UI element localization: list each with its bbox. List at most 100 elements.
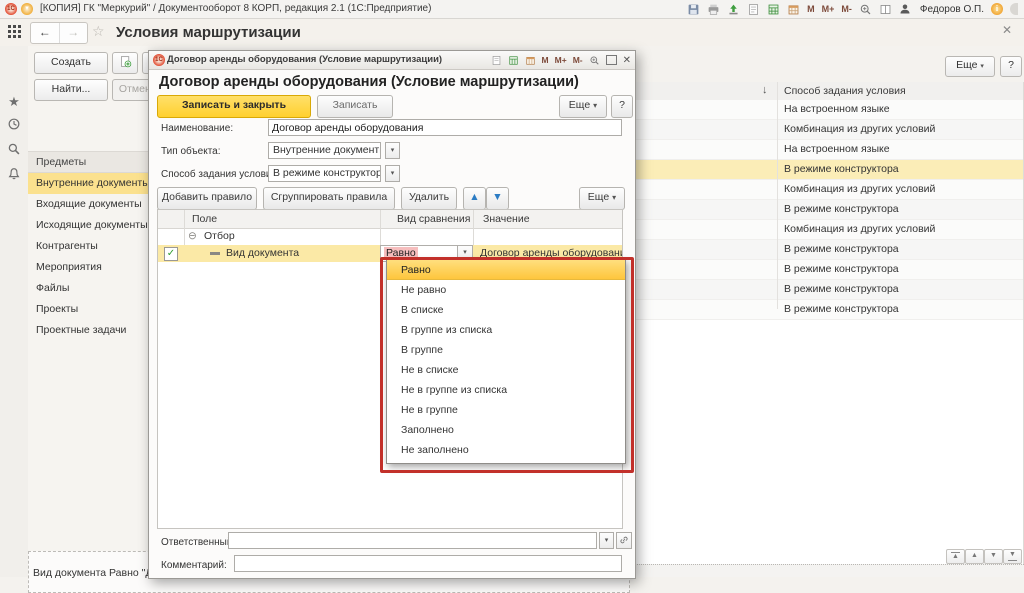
system-menu-icon[interactable]: ▾ xyxy=(21,3,33,15)
save-and-close-button[interactable]: Записать и закрыть xyxy=(157,95,311,118)
sidebar-item[interactable]: Мероприятия xyxy=(28,257,148,278)
calendar-icon[interactable] xyxy=(787,2,800,16)
forward-button[interactable]: → xyxy=(60,23,88,43)
filter-group-label: Отбор xyxy=(204,230,235,242)
list-more-button[interactable]: Еще ▾ xyxy=(945,56,995,77)
copy-document-button[interactable] xyxy=(112,52,138,74)
list-row-text: Комбинация из других условий xyxy=(784,123,936,135)
dialog-print-preview-icon[interactable] xyxy=(491,55,502,66)
move-down-button[interactable]: ▼ xyxy=(486,187,509,210)
object-type-label: Тип объекта: xyxy=(161,146,221,157)
column-comparison: Вид сравнения xyxy=(397,213,471,225)
dialog-m-minus-icon[interactable]: M- xyxy=(573,55,583,65)
dialog-m-plus-icon[interactable]: M+ xyxy=(555,55,567,65)
save-button[interactable]: Записать xyxy=(317,95,393,118)
find-ellipsis-button[interactable]: Найти... xyxy=(34,79,108,101)
search-icon[interactable] xyxy=(7,142,21,156)
add-rule-button[interactable]: Добавить правило xyxy=(157,187,257,210)
print-icon[interactable] xyxy=(707,2,720,16)
collapse-icon[interactable]: ⊖ xyxy=(188,230,197,242)
go-next-button[interactable]: ▼ xyxy=(984,549,1003,564)
go-last-button[interactable]: ▼ xyxy=(1003,549,1022,564)
name-field-label: Наименование: xyxy=(161,123,234,134)
dialog-m-icon[interactable]: M xyxy=(542,55,549,65)
filter-group-row[interactable]: ⊖ Отбор xyxy=(158,228,622,246)
save-icon[interactable] xyxy=(687,2,700,16)
history-icon[interactable] xyxy=(7,117,21,131)
back-button[interactable]: ← xyxy=(31,23,60,43)
responsible-input[interactable] xyxy=(228,532,597,549)
rules-table-header[interactable]: Поле Вид сравнения Значение xyxy=(158,210,622,229)
dialog-zoom-icon[interactable] xyxy=(589,55,600,66)
dialog-calculator-icon[interactable] xyxy=(508,55,519,66)
dialog-maximize-icon[interactable] xyxy=(605,55,617,65)
list-help-button[interactable]: ? xyxy=(1000,56,1022,77)
responsible-link-icon[interactable] xyxy=(616,532,632,549)
sidebar-item[interactable]: Файлы xyxy=(28,278,148,299)
print-preview-icon[interactable] xyxy=(747,2,760,16)
info-icon[interactable]: i xyxy=(991,3,1003,15)
sidebar-item-list: Предметы Внутренние документы Входящие до… xyxy=(28,151,148,341)
clipped-icon xyxy=(1010,3,1018,15)
sidebar-item[interactable]: Проектные задачи xyxy=(28,320,148,341)
page-close-icon[interactable]: ✕ xyxy=(1002,23,1012,37)
comment-label: Комментарий: xyxy=(161,560,227,571)
split-window-icon[interactable] xyxy=(879,2,892,16)
main-menu-grid-icon[interactable] xyxy=(8,25,22,39)
go-first-button[interactable]: ▲ xyxy=(946,549,965,564)
user-icon[interactable] xyxy=(899,2,911,16)
list-row-text: В режиме конструктора xyxy=(784,243,899,255)
sidebar-item[interactable]: Контрагенты xyxy=(28,236,148,257)
notifications-bell-icon[interactable] xyxy=(7,167,21,181)
calculator-icon[interactable] xyxy=(767,2,780,16)
sidebar-item[interactable]: Входящие документы xyxy=(28,194,148,215)
app-toolbar: ← → ☆ Условия маршрутизации ✕ xyxy=(0,19,1024,46)
routing-condition-dialog: 1С Договор аренды оборудования (Условие … xyxy=(148,50,636,579)
dialog-more-label: Еще xyxy=(568,99,591,111)
sidebar-item[interactable]: Внутренние документы xyxy=(28,173,148,194)
name-input[interactable] xyxy=(268,119,622,136)
create-button[interactable]: Создать xyxy=(34,52,108,74)
dialog-close-icon[interactable]: ✕ xyxy=(623,55,631,66)
delete-rule-button[interactable]: Удалить xyxy=(401,187,457,210)
export-icon[interactable] xyxy=(727,2,740,16)
menu-m-plus-icon[interactable]: M+ xyxy=(822,4,835,14)
rules-more-button[interactable]: Еще ▾ xyxy=(579,187,625,210)
list-row-text: Комбинация из других условий xyxy=(784,183,936,195)
menu-m-icon[interactable]: M xyxy=(807,4,815,14)
dialog-more-button[interactable]: Еще ▾ xyxy=(559,95,607,118)
sidebar-item[interactable]: Исходящие документы xyxy=(28,215,148,236)
sidebar: Создать Найти Найти... Отменить поиск Пр… xyxy=(28,46,214,577)
group-rules-button[interactable]: Сгруппировать правила xyxy=(263,187,395,210)
dialog-calendar-icon[interactable] xyxy=(525,55,536,66)
method-label: Способ задания условия: xyxy=(161,169,280,180)
item-dash-icon: ▬ xyxy=(210,247,220,258)
method-dropdown-icon[interactable]: ▾ xyxy=(385,165,400,182)
rule-checkbox[interactable]: ✓ xyxy=(164,247,178,261)
method-combo[interactable]: В режиме конструктора xyxy=(268,165,381,182)
responsible-dropdown-icon[interactable]: ▾ xyxy=(599,532,614,549)
column-header-label: Способ задания условия xyxy=(784,85,906,97)
dialog-1c-icon: 1С xyxy=(153,54,165,66)
object-type-dropdown-icon[interactable]: ▾ xyxy=(385,142,400,159)
page-title: Условия маршрутизации xyxy=(116,24,301,41)
list-more-label: Еще xyxy=(956,59,978,71)
dialog-titlebar[interactable]: 1С Договор аренды оборудования (Условие … xyxy=(149,51,635,70)
current-user[interactable]: Федоров О.П. xyxy=(920,4,984,15)
dialog-window-title: Договор аренды оборудования (Условие мар… xyxy=(167,54,443,65)
rules-more-label: Еще xyxy=(587,191,610,203)
go-prev-button[interactable]: ▲ xyxy=(965,549,984,564)
favorites-icon[interactable]: ★ xyxy=(7,94,21,109)
responsible-label: Ответственный: xyxy=(161,537,236,548)
comment-input[interactable] xyxy=(234,555,622,572)
object-type-combo[interactable]: Внутренние документы xyxy=(268,142,381,159)
sidebar-item[interactable]: Проекты xyxy=(28,299,148,320)
move-up-button[interactable]: ▲ xyxy=(463,187,486,210)
dialog-help-button[interactable]: ? xyxy=(611,95,633,118)
zoom-icon[interactable] xyxy=(859,2,872,16)
sort-arrow-icon: ↓ xyxy=(762,84,768,96)
column-divider xyxy=(777,82,778,309)
menu-m-minus-icon[interactable]: M- xyxy=(841,4,852,14)
list-row-text: В режиме конструктора xyxy=(784,283,899,295)
favorite-star-icon[interactable]: ☆ xyxy=(92,23,105,40)
